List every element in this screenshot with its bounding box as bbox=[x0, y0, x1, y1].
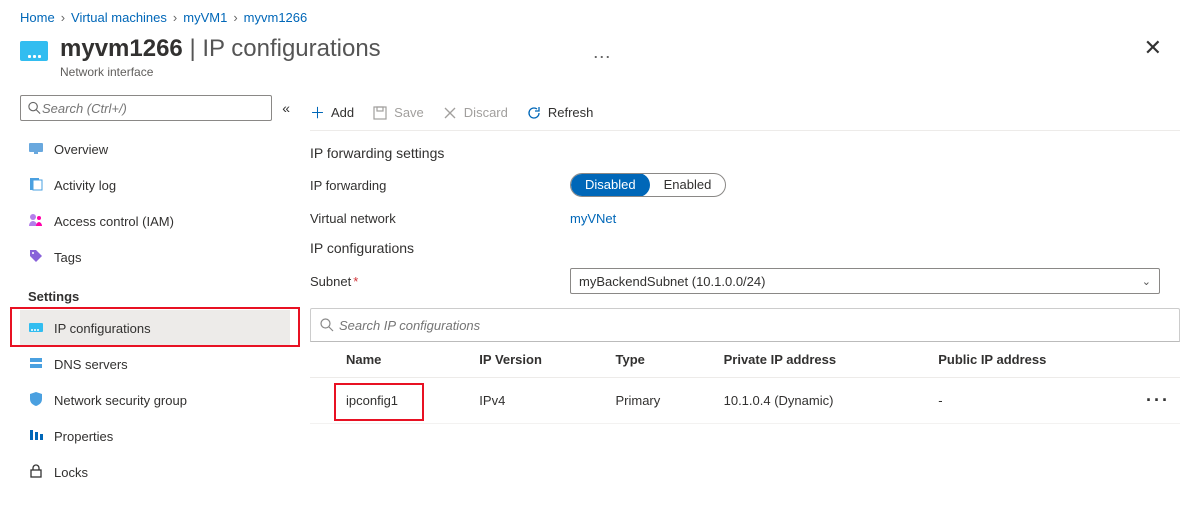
col-private-ip-address[interactable]: Private IP address bbox=[712, 342, 927, 378]
close-button[interactable]: ✕ bbox=[1136, 35, 1170, 61]
overview-icon bbox=[28, 140, 44, 159]
ipconfig-filter[interactable] bbox=[310, 308, 1180, 342]
crumb-nic[interactable]: myvm1266 bbox=[244, 10, 308, 25]
menu-search[interactable] bbox=[20, 95, 272, 121]
locks-icon bbox=[28, 463, 44, 482]
ip-forwarding-section-title: IP forwarding settings bbox=[310, 145, 1180, 161]
more-commands-button[interactable]: ⋯ bbox=[593, 47, 613, 68]
ip-type: Primary bbox=[603, 378, 711, 424]
nic-icon bbox=[20, 41, 48, 61]
sidebar-item-label: Activity log bbox=[54, 178, 116, 193]
iam-icon bbox=[28, 212, 44, 231]
sidebar-item-label: Locks bbox=[54, 465, 88, 480]
refresh-button[interactable]: Refresh bbox=[526, 105, 594, 121]
sidebar-item-network-security-group[interactable]: Network security group bbox=[20, 382, 290, 418]
refresh-icon bbox=[526, 105, 542, 121]
ip-forwarding-toggle[interactable]: Disabled Enabled bbox=[570, 173, 726, 197]
ipconfig-name: ipconfig1 bbox=[346, 393, 398, 408]
crumb-home[interactable]: Home bbox=[20, 10, 55, 25]
col-name[interactable]: Name bbox=[310, 342, 467, 378]
content-pane: ＋Add Save Discard Refresh IP forwarding … bbox=[310, 95, 1180, 490]
toolbar: ＋Add Save Discard Refresh bbox=[310, 95, 1180, 131]
page-subtitle: Network interface bbox=[60, 65, 583, 79]
discard-icon bbox=[442, 105, 458, 121]
sidebar-item-properties[interactable]: Properties bbox=[20, 418, 290, 454]
sidebar-item-label: Network security group bbox=[54, 393, 187, 408]
ip-forwarding-label: IP forwarding bbox=[310, 178, 570, 193]
subnet-value: myBackendSubnet (10.1.0.0/24) bbox=[579, 274, 765, 289]
save-button[interactable]: Save bbox=[372, 105, 424, 121]
sidebar-item-label: Access control (IAM) bbox=[54, 214, 174, 229]
sidebar-item-label: Overview bbox=[54, 142, 108, 157]
ipconfig-table: NameIP VersionTypePrivate IP addressPubl… bbox=[310, 342, 1180, 424]
chevron-down-icon: ⌄ bbox=[1142, 275, 1151, 288]
sidebar-item-label: IP configurations bbox=[54, 321, 151, 336]
sidebar: « Overview Activity log Access control (IA… bbox=[20, 95, 290, 490]
discard-button[interactable]: Discard bbox=[442, 105, 508, 121]
chevron-right-icon: › bbox=[233, 10, 237, 25]
sidebar-item-access-control-iam-[interactable]: Access control (IAM) bbox=[20, 203, 290, 239]
crumb-vm[interactable]: myVM1 bbox=[183, 10, 227, 25]
menu-search-input[interactable] bbox=[42, 101, 265, 116]
collapse-menu-button[interactable]: « bbox=[282, 100, 290, 116]
sidebar-item-activity-log[interactable]: Activity log bbox=[20, 167, 290, 203]
ipconfig-filter-input[interactable] bbox=[339, 318, 1171, 333]
settings-heading: Settings bbox=[20, 275, 290, 310]
sidebar-item-label: DNS servers bbox=[54, 357, 128, 372]
virtual-network-link[interactable]: myVNet bbox=[570, 211, 616, 226]
sidebar-item-locks[interactable]: Locks bbox=[20, 454, 290, 490]
toggle-enabled[interactable]: Enabled bbox=[650, 173, 726, 197]
save-icon bbox=[372, 105, 388, 121]
sidebar-item-label: Properties bbox=[54, 429, 113, 444]
props-icon bbox=[28, 427, 44, 446]
ip-version: IPv4 bbox=[467, 378, 603, 424]
breadcrumb: Home › Virtual machines › myVM1 › myvm12… bbox=[0, 0, 1200, 29]
page-title: myvm1266 | IP configurations bbox=[60, 35, 583, 63]
search-icon bbox=[27, 100, 42, 116]
sidebar-item-ip-configurations[interactable]: IP configurations bbox=[20, 310, 290, 346]
nsg-icon bbox=[28, 391, 44, 410]
table-row[interactable]: ipconfig1 IPv4Primary10.1.0.4 (Dynamic)-·… bbox=[310, 378, 1180, 424]
private-ip: 10.1.0.4 (Dynamic) bbox=[712, 378, 927, 424]
crumb-vms[interactable]: Virtual machines bbox=[71, 10, 167, 25]
col-public-ip-address[interactable]: Public IP address bbox=[926, 342, 1134, 378]
toggle-disabled[interactable]: Disabled bbox=[571, 173, 650, 197]
ipconfig-icon bbox=[28, 319, 44, 338]
activity-icon bbox=[28, 176, 44, 195]
dns-icon bbox=[28, 355, 44, 374]
subnet-dropdown[interactable]: myBackendSubnet (10.1.0.0/24) ⌄ bbox=[570, 268, 1160, 294]
row-menu-button[interactable]: ··· bbox=[1134, 378, 1180, 424]
sidebar-item-overview[interactable]: Overview bbox=[20, 131, 290, 167]
col-type[interactable]: Type bbox=[603, 342, 711, 378]
search-icon bbox=[319, 317, 335, 333]
blade-header: myvm1266 | IP configurations Network int… bbox=[0, 29, 1200, 95]
add-button[interactable]: ＋Add bbox=[310, 102, 354, 123]
tags-icon bbox=[28, 248, 44, 267]
sidebar-item-label: Tags bbox=[54, 250, 81, 265]
public-ip: - bbox=[926, 378, 1134, 424]
virtual-network-label: Virtual network bbox=[310, 211, 570, 226]
ip-configurations-section-title: IP configurations bbox=[310, 240, 1180, 256]
col-ip-version[interactable]: IP Version bbox=[467, 342, 603, 378]
chevron-right-icon: › bbox=[61, 10, 65, 25]
sidebar-item-dns-servers[interactable]: DNS servers bbox=[20, 346, 290, 382]
sidebar-item-tags[interactable]: Tags bbox=[20, 239, 290, 275]
chevron-right-icon: › bbox=[173, 10, 177, 25]
subnet-label: Subnet* bbox=[310, 274, 570, 289]
